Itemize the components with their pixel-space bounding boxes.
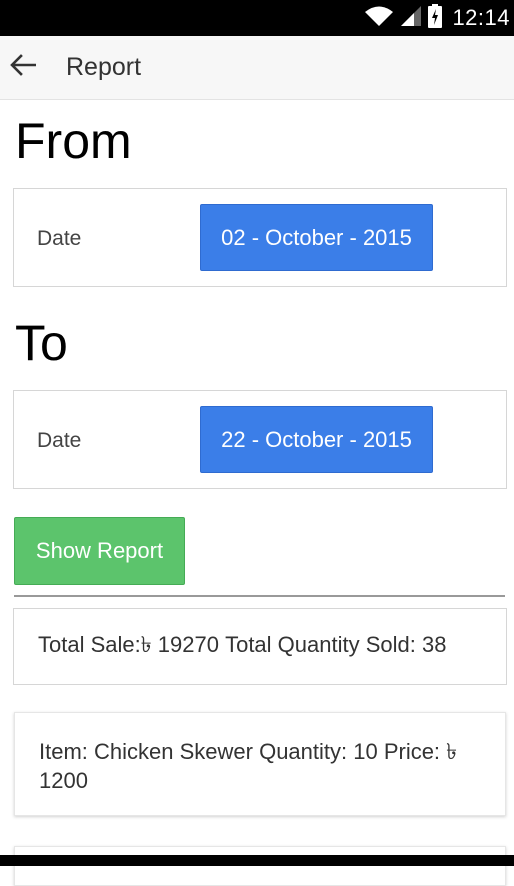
- to-date-label: Date: [37, 429, 82, 452]
- show-report-button[interactable]: Show Report: [14, 517, 185, 585]
- to-heading: To: [15, 315, 68, 371]
- clock: 12:14: [452, 5, 510, 30]
- signal-icon: [400, 5, 422, 32]
- back-button[interactable]: [0, 36, 46, 100]
- list-item: Item: Chicken Skewer Quantity: 10 Price:…: [14, 712, 506, 816]
- battery-icon: [428, 3, 443, 33]
- divider: [14, 595, 505, 597]
- to-date-card: Date 22 - October - 2015: [13, 390, 507, 489]
- navigation-bar: [0, 855, 514, 866]
- from-date-button[interactable]: 02 - October - 2015: [200, 204, 433, 271]
- summary-card: Total Sale:৳ 19270 Total Quantity Sold: …: [13, 608, 507, 685]
- summary-text: Total Sale:৳ 19270 Total Quantity Sold: …: [38, 632, 447, 657]
- item-text: Item: Chicken Skewer Quantity: 10 Price:…: [39, 739, 458, 793]
- status-bar: 12:14: [0, 0, 514, 36]
- from-date-card: Date 02 - October - 2015: [13, 188, 507, 287]
- from-date-label: Date: [37, 227, 82, 250]
- list-item-partial: [14, 846, 506, 886]
- app-bar: Report: [0, 36, 514, 100]
- page-title: Report: [66, 53, 142, 81]
- from-heading: From: [15, 113, 132, 169]
- to-date-button[interactable]: 22 - October - 2015: [200, 406, 433, 473]
- arrow-left-icon: [10, 54, 37, 81]
- wifi-icon: [364, 5, 394, 32]
